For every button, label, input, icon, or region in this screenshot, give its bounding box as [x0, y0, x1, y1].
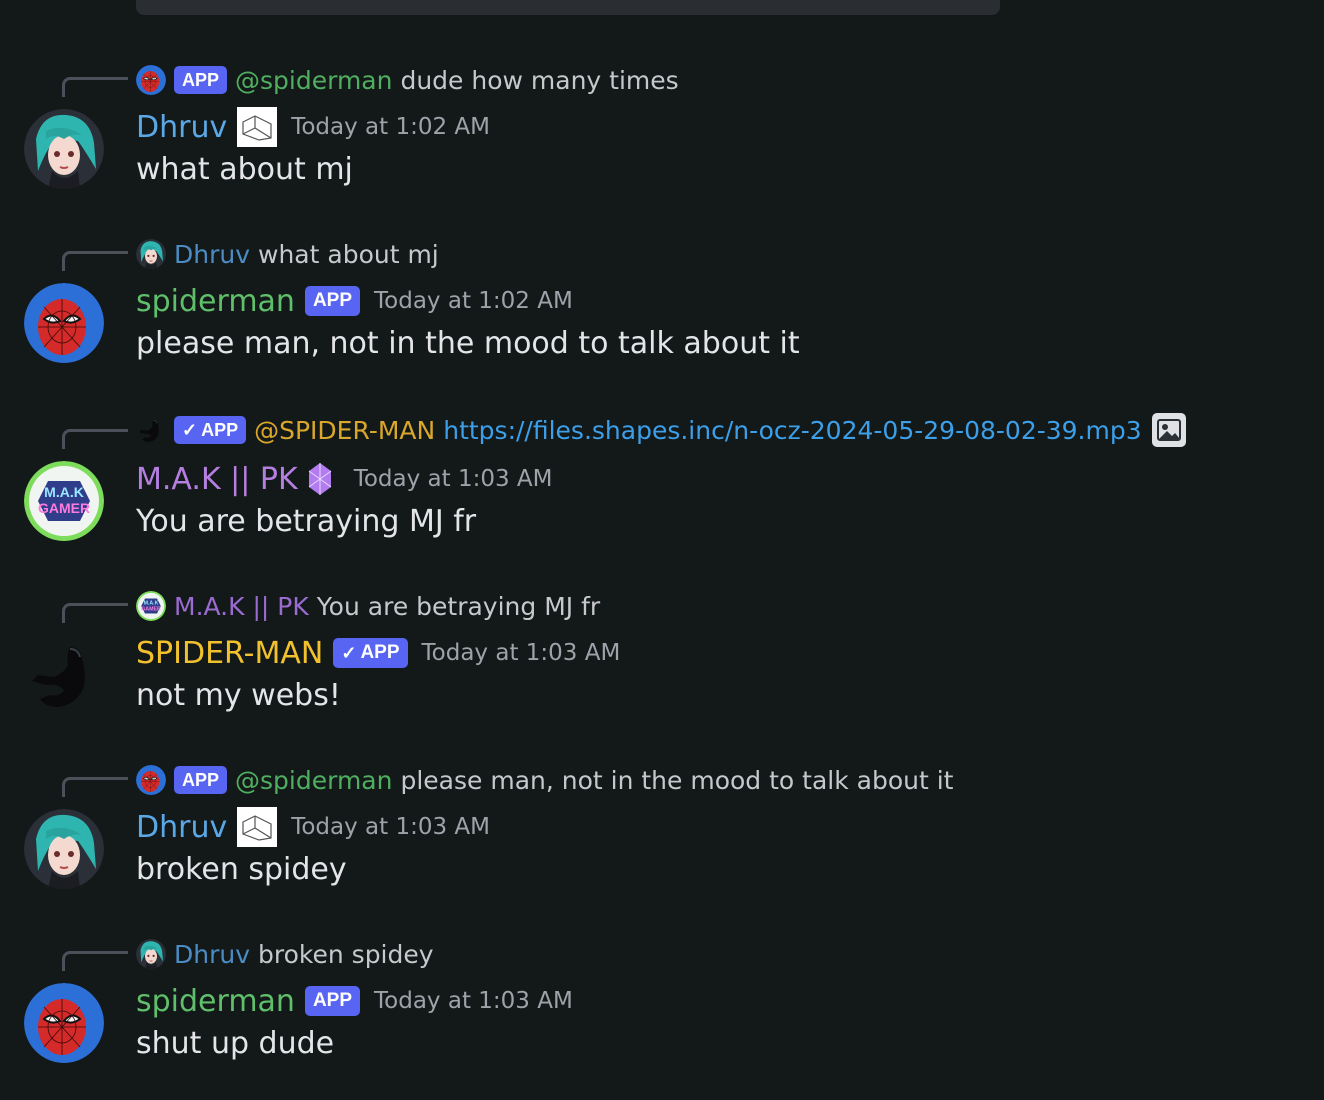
- reply-reference[interactable]: Dhruv broken spidey: [136, 938, 434, 970]
- reply-reference[interactable]: APP @spiderman please man, not in the mo…: [136, 764, 953, 796]
- timestamp[interactable]: Today at 1:03 AM: [291, 814, 490, 840]
- message-content: not my webs!: [136, 678, 341, 713]
- timestamp[interactable]: Today at 1:02 AM: [291, 114, 490, 140]
- reply-text[interactable]: please man, not in the mood to talk abou…: [400, 766, 953, 795]
- user-avatar[interactable]: [24, 283, 104, 363]
- author-name[interactable]: Dhruv: [136, 110, 227, 145]
- user-avatar[interactable]: [24, 461, 104, 541]
- timestamp[interactable]: Today at 1:03 AM: [354, 466, 553, 492]
- previous-message-container-edge: [136, 0, 1000, 15]
- app-badge: APP: [304, 986, 361, 1016]
- message-group: APP @spiderman dude how many times Dhruv…: [0, 60, 1324, 210]
- app-badge: APP: [174, 66, 228, 94]
- reply-link[interactable]: https://files.shapes.inc/n-ocz-2024-05-2…: [443, 416, 1141, 445]
- reply-author[interactable]: Dhruv: [174, 240, 250, 269]
- message-header: Dhruv Today at 1:03 AM: [136, 807, 490, 847]
- message-group: ✓ APP @SPIDER-MAN https://files.shapes.in…: [0, 412, 1324, 562]
- author-name[interactable]: M.A.K || PK: [136, 462, 298, 497]
- message-content: what about mj: [136, 152, 353, 187]
- timestamp[interactable]: Today at 1:03 AM: [374, 988, 573, 1014]
- reply-avatar: [136, 765, 166, 795]
- reply-connector: [62, 429, 128, 449]
- author-name[interactable]: spiderman: [136, 284, 295, 319]
- user-avatar[interactable]: [24, 809, 104, 889]
- reply-reference[interactable]: Dhruv what about mj: [136, 238, 439, 270]
- message-group: Dhruv broken spidey spiderman APP Today …: [0, 934, 1324, 1084]
- app-badge: APP: [304, 286, 361, 316]
- reply-connector: [62, 951, 128, 971]
- user-avatar[interactable]: [24, 109, 104, 189]
- author-name[interactable]: SPIDER-MAN: [136, 636, 323, 671]
- message-group: APP @spiderman please man, not in the mo…: [0, 760, 1324, 910]
- reply-author[interactable]: @SPIDER-MAN: [254, 416, 435, 445]
- gem-icon: [308, 462, 332, 496]
- image-icon[interactable]: [1151, 413, 1186, 447]
- message-header: spiderman APP Today at 1:03 AM: [136, 981, 573, 1021]
- reply-author[interactable]: M.A.K || PK: [174, 592, 309, 621]
- user-avatar[interactable]: [24, 983, 104, 1063]
- message-group: M.A.K || PK You are betraying MJ fr SPID…: [0, 586, 1324, 736]
- message-header: spiderman APP Today at 1:02 AM: [136, 281, 573, 321]
- reply-connector: [62, 777, 128, 797]
- message-header: M.A.K || PK Today at 1:03 AM: [136, 459, 552, 499]
- reply-reference[interactable]: ✓ APP @SPIDER-MAN https://files.shapes.in…: [136, 413, 1186, 447]
- message-group: Dhruv what about mj spiderman APP Today …: [0, 234, 1324, 384]
- reply-author[interactable]: Dhruv: [174, 940, 250, 969]
- reply-avatar: [136, 591, 166, 621]
- author-name[interactable]: spiderman: [136, 984, 295, 1019]
- reply-text[interactable]: You are betraying MJ fr: [317, 592, 600, 621]
- reply-text[interactable]: broken spidey: [258, 940, 434, 969]
- timestamp[interactable]: Today at 1:02 AM: [374, 288, 573, 314]
- reply-author[interactable]: @spiderman: [235, 766, 392, 795]
- reply-avatar: [136, 415, 166, 445]
- message-content: shut up dude: [136, 1026, 335, 1061]
- author-name[interactable]: Dhruv: [136, 810, 227, 845]
- message-content: You are betraying MJ fr: [136, 504, 477, 539]
- reply-avatar: [136, 65, 166, 95]
- reply-reference[interactable]: APP @spiderman dude how many times: [136, 64, 679, 96]
- reply-text[interactable]: dude how many times: [400, 66, 678, 95]
- timestamp[interactable]: Today at 1:03 AM: [422, 640, 621, 666]
- checkmark-icon: ✓: [182, 419, 198, 440]
- reply-connector: [62, 77, 128, 97]
- reply-author[interactable]: @spiderman: [235, 66, 392, 95]
- clan-tag-icon: [237, 107, 278, 147]
- checkmark-icon: ✓: [341, 642, 357, 663]
- message-content: please man, not in the mood to talk abou…: [136, 326, 800, 361]
- reply-reference[interactable]: M.A.K || PK You are betraying MJ fr: [136, 590, 600, 622]
- clan-tag-icon: [237, 807, 278, 847]
- reply-connector: [62, 251, 128, 271]
- reply-connector: [62, 603, 128, 623]
- message-header: Dhruv Today at 1:02 AM: [136, 107, 490, 147]
- reply-text[interactable]: what about mj: [258, 240, 439, 269]
- app-badge: ✓ APP: [333, 638, 408, 668]
- user-avatar[interactable]: [24, 635, 104, 715]
- reply-avatar: [136, 939, 166, 969]
- message-header: SPIDER-MAN ✓ APP Today at 1:03 AM: [136, 633, 620, 673]
- app-badge: ✓ APP: [174, 416, 247, 444]
- message-content: broken spidey: [136, 852, 347, 887]
- reply-avatar: [136, 239, 166, 269]
- app-badge: APP: [174, 766, 228, 794]
